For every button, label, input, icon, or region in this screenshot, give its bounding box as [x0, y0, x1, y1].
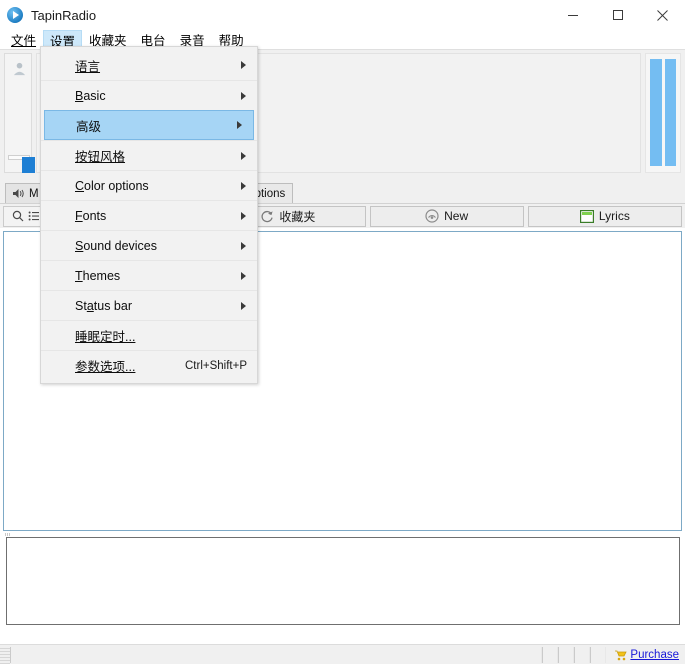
tab-mute-label: M — [29, 188, 39, 200]
lyrics-button[interactable]: Lyrics — [528, 206, 682, 227]
menu-item-status-bar[interactable]: Status bar — [41, 290, 257, 320]
menu-item-themes-label: Themes — [75, 269, 120, 283]
chevron-right-icon — [241, 92, 246, 100]
menu-item-sleep-timer-label: 睡眠定时... — [75, 326, 135, 345]
pane-splitter[interactable] — [3, 531, 682, 537]
menu-item-button-style-label: 按钮风格 — [75, 146, 125, 165]
new-button[interactable]: New — [370, 206, 524, 227]
minimize-button[interactable] — [550, 0, 595, 30]
detail-pane[interactable] — [6, 537, 680, 625]
close-button[interactable] — [640, 0, 685, 30]
menu-item-preferences-accel: Ctrl+Shift+P — [185, 360, 247, 372]
station-logo-icon — [12, 61, 27, 76]
lyrics-button-label: Lyrics — [599, 209, 630, 223]
chevron-right-icon — [241, 152, 246, 160]
tab-options-label: ptions — [255, 188, 286, 200]
status-cell-2 — [558, 647, 574, 663]
settings-dropdown-menu: 语言 Basic 高级 按钮风格 Color options Fonts Sou… — [40, 46, 258, 384]
play-circle-icon — [7, 7, 23, 23]
menu-item-basic[interactable]: Basic — [41, 80, 257, 110]
status-cell-1 — [542, 647, 558, 663]
window-title: TapinRadio — [31, 8, 96, 23]
favorites-button-label: 收藏夹 — [279, 208, 315, 225]
chevron-right-icon — [241, 61, 246, 69]
lyrics-icon — [580, 210, 594, 223]
chevron-right-icon — [241, 302, 246, 310]
chevron-right-icon — [237, 121, 242, 129]
menu-item-sound-devices-label: Sound devices — [75, 239, 157, 253]
speaker-icon — [13, 188, 25, 199]
menu-item-basic-label: Basic — [75, 89, 106, 103]
menu-item-advanced[interactable]: 高级 — [44, 110, 254, 140]
menu-item-basic-rest: asic — [83, 89, 105, 103]
menu-item-advanced-label: 高级 — [76, 116, 101, 135]
level-meter-right — [665, 59, 677, 166]
purchase-link-label: Purchase — [630, 649, 679, 661]
search-icon[interactable] — [12, 210, 24, 222]
chevron-right-icon — [241, 182, 246, 190]
title-bar: TapinRadio — [0, 0, 685, 30]
menu-item-fonts[interactable]: Fonts — [41, 200, 257, 230]
status-bar: Purchase — [0, 644, 685, 664]
menu-item-button-style[interactable]: 按钮风格 — [41, 140, 257, 170]
chevron-right-icon — [241, 212, 246, 220]
chevron-right-icon — [241, 242, 246, 250]
level-meters — [645, 53, 681, 173]
window-controls — [550, 0, 685, 30]
menu-item-themes[interactable]: Themes — [41, 260, 257, 290]
menu-item-color-options[interactable]: Color options — [41, 170, 257, 200]
volume-slider-handle[interactable] — [22, 157, 35, 173]
purchase-link[interactable]: Purchase — [614, 649, 679, 661]
menu-item-language-label: 语言 — [75, 56, 100, 75]
new-button-label: New — [444, 209, 468, 223]
status-cell-3 — [574, 647, 590, 663]
menu-item-sound-devices[interactable]: Sound devices — [41, 230, 257, 260]
menu-item-preferences[interactable]: 参数选项... Ctrl+Shift+P — [41, 350, 257, 380]
menubar-item-file[interactable]: 文件 — [4, 30, 43, 49]
player-left-column — [4, 53, 32, 173]
status-cell-4 — [590, 647, 606, 663]
menu-item-status-bar-label: Status bar — [75, 299, 132, 313]
status-grip — [0, 646, 10, 664]
maximize-button[interactable] — [595, 0, 640, 30]
menu-item-preferences-label: 参数选项... — [75, 356, 135, 375]
level-meter-left — [650, 59, 662, 166]
chevron-right-icon — [241, 272, 246, 280]
refresh-icon — [261, 210, 274, 223]
menu-item-color-options-label: Color options — [75, 179, 149, 193]
status-cell-message — [10, 647, 542, 663]
new-icon — [425, 209, 439, 223]
menubar-item-file-label: 文件 — [11, 30, 36, 49]
menu-item-fonts-label: Fonts — [75, 209, 106, 223]
menu-item-language[interactable]: 语言 — [41, 50, 257, 80]
menu-item-sleep-timer[interactable]: 睡眠定时... — [41, 320, 257, 350]
station-list-icon[interactable] — [28, 210, 40, 222]
cart-icon — [614, 649, 627, 661]
